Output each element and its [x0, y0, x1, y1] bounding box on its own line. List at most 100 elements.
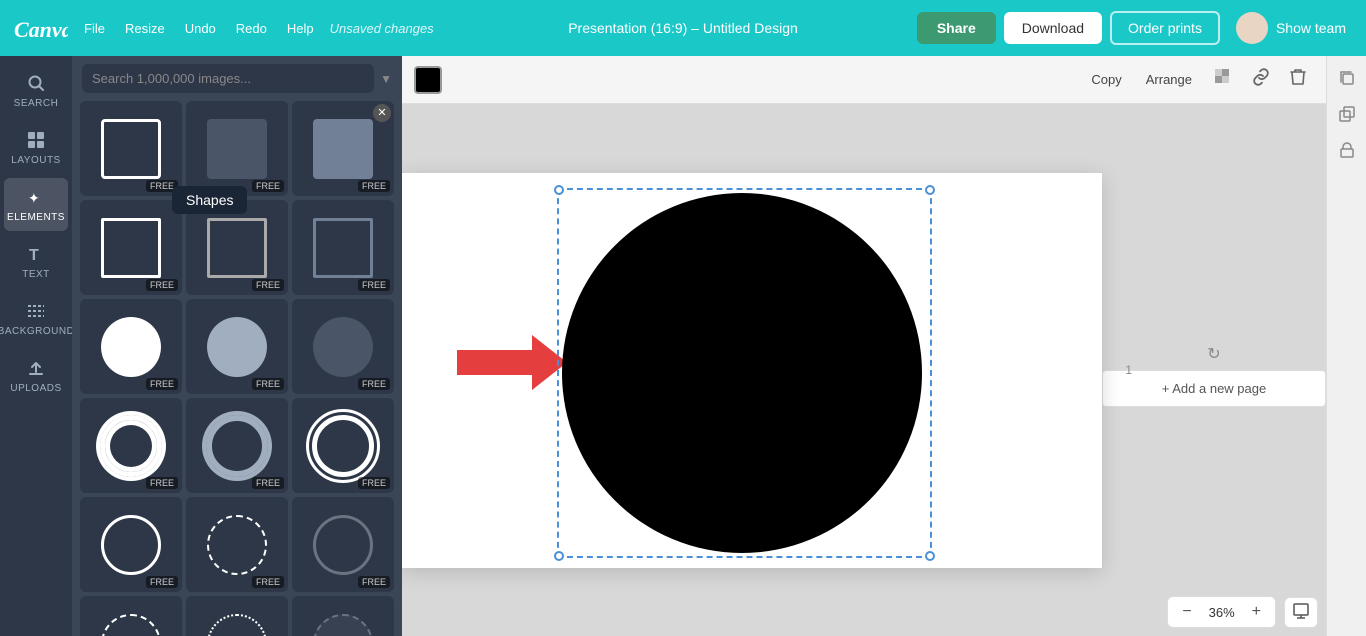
main-layout: SEARCH LAYOUTS ✦ ELEMENTS: [0, 56, 1366, 636]
shape-item-circle-dots1[interactable]: FREE: [80, 596, 182, 636]
transparency-icon[interactable]: [1206, 63, 1240, 96]
link-icon[interactable]: [1244, 63, 1278, 96]
shape-circle-dots1-visual: [101, 614, 161, 636]
add-page-button[interactable]: + Add a new page: [1102, 370, 1326, 407]
shape-item-rect-outline[interactable]: FREE: [80, 101, 182, 196]
shape-circle-dark2-visual: [313, 614, 373, 636]
shape-item-circle-white[interactable]: FREE: [80, 299, 182, 394]
nav-menu: File Resize Undo Redo Help Unsaved chang…: [76, 15, 434, 42]
sidebar-item-layouts[interactable]: LAYOUTS: [4, 121, 68, 174]
text-icon: T: [25, 243, 47, 265]
sidebar-elements-label: ELEMENTS: [7, 212, 65, 223]
shape-item-circle-dark[interactable]: FREE: [292, 299, 394, 394]
share-button[interactable]: Share: [917, 12, 996, 44]
page-number: 1: [1125, 363, 1132, 377]
free-badge: FREE: [146, 477, 178, 489]
avatar: [1236, 12, 1268, 44]
right-tool-duplicate[interactable]: [1333, 100, 1361, 128]
shape-item-rect-outline2[interactable]: FREE: [80, 200, 182, 295]
panel-search-row: ▼: [72, 56, 402, 101]
shape-circle-gray-visual: [207, 317, 267, 377]
shape-item-rect-gray[interactable]: ✕ FREE: [292, 101, 394, 196]
zoom-in-button[interactable]: +: [1248, 601, 1265, 623]
svg-text:✦: ✦: [28, 190, 40, 206]
shape-rect-outline2-visual: [101, 218, 161, 278]
shape-item-circle-dots2[interactable]: FREE: [186, 596, 288, 636]
refresh-icon: ↻: [1207, 344, 1220, 364]
shape-item-circle-ring3[interactable]: FREE: [292, 398, 394, 493]
handle-top-right[interactable]: [925, 185, 935, 195]
free-badge: FREE: [358, 477, 390, 489]
shape-item-rect-outline4[interactable]: FREE: [292, 200, 394, 295]
shape-item-circle-gray[interactable]: FREE: [186, 299, 288, 394]
file-menu[interactable]: File: [76, 15, 113, 42]
close-button[interactable]: ✕: [373, 104, 391, 122]
order-prints-button[interactable]: Order prints: [1110, 11, 1220, 45]
unsaved-changes-label: Unsaved changes: [330, 21, 434, 36]
search-icon: [25, 72, 47, 94]
shape-circle-ring2-visual: [206, 415, 268, 477]
trash-icon[interactable]: [1282, 63, 1314, 96]
canvas-slides-area[interactable]: 1 ↻ + Add a new page − 36% +: [402, 104, 1326, 636]
redo-menu[interactable]: Redo: [228, 15, 275, 42]
resize-menu[interactable]: Resize: [117, 15, 173, 42]
undo-menu[interactable]: Undo: [177, 15, 224, 42]
slide-arrow: [457, 333, 567, 393]
handle-bottom-right[interactable]: [925, 551, 935, 561]
sidebar-item-elements[interactable]: ✦ ELEMENTS: [4, 178, 68, 231]
sidebar-item-uploads[interactable]: UPLOADS: [4, 349, 68, 402]
svg-text:T: T: [29, 247, 39, 264]
shapes-grid: FREE FREE ✕ FREE FREE FREE FR: [72, 101, 402, 636]
free-badge: FREE: [358, 378, 390, 390]
copy-button[interactable]: Copy: [1081, 67, 1131, 92]
shape-item-circle-outline-dark[interactable]: FREE: [292, 497, 394, 592]
free-badge: FREE: [146, 576, 178, 588]
zoom-out-button[interactable]: −: [1178, 601, 1195, 623]
shape-item-rect-dark[interactable]: FREE: [186, 101, 288, 196]
shape-item-circle-ring1[interactable]: FREE: [80, 398, 182, 493]
shape-circle-outline1-visual: [101, 515, 161, 575]
shape-item-circle-ring2[interactable]: FREE: [186, 398, 288, 493]
free-badge: FREE: [358, 576, 390, 588]
shape-circle-dots2-visual: [207, 614, 267, 636]
nav-right-actions: Share Download Order prints Show team: [917, 8, 1354, 48]
free-badge: FREE: [146, 180, 178, 192]
present-button[interactable]: [1284, 597, 1318, 628]
help-menu[interactable]: Help: [279, 15, 322, 42]
handle-bottom-left[interactable]: [554, 551, 564, 561]
shape-rect-outline4-visual: [313, 218, 373, 278]
top-navigation: Canva File Resize Undo Redo Help Unsaved…: [0, 0, 1366, 56]
shape-item-rect-outline3[interactable]: FREE: [186, 200, 288, 295]
show-team-button[interactable]: Show team: [1228, 8, 1354, 48]
sidebar-layouts-label: LAYOUTS: [11, 155, 60, 166]
free-badge: FREE: [252, 378, 284, 390]
search-input[interactable]: [82, 64, 374, 93]
sidebar-search-label: SEARCH: [14, 98, 59, 109]
free-badge: FREE: [358, 279, 390, 291]
color-swatch[interactable]: [414, 66, 442, 94]
shape-item-circle-dark2[interactable]: FREE: [292, 596, 394, 636]
shape-item-circle-dashed[interactable]: FREE: [186, 497, 288, 592]
black-circle[interactable]: [562, 193, 922, 553]
shape-circle-dark-visual: [313, 317, 373, 377]
svg-text:Canva: Canva: [14, 17, 68, 42]
canva-logo[interactable]: Canva: [12, 10, 68, 46]
sidebar-item-text[interactable]: T TEXT: [4, 235, 68, 288]
sidebar-item-search[interactable]: SEARCH: [4, 64, 68, 117]
chevron-down-icon: ▼: [380, 72, 392, 86]
free-badge: FREE: [146, 279, 178, 291]
free-badge: FREE: [252, 477, 284, 489]
arrange-button[interactable]: Arrange: [1136, 67, 1202, 92]
right-tool-lock[interactable]: [1333, 136, 1361, 164]
shape-item-circle-outline1[interactable]: FREE: [80, 497, 182, 592]
right-tool-copy[interactable]: [1333, 64, 1361, 92]
download-button[interactable]: Download: [1004, 12, 1102, 44]
sidebar-item-background[interactable]: BACKGROUND: [4, 292, 68, 345]
slide[interactable]: [402, 173, 1102, 568]
free-badge: FREE: [252, 576, 284, 588]
shape-rect-outline3-visual: [207, 218, 267, 278]
free-badge: FREE: [252, 279, 284, 291]
handle-top-left[interactable]: [554, 185, 564, 195]
shape-circle-ring1-visual: [100, 415, 162, 477]
document-title: Presentation (16:9) – Untitled Design: [568, 20, 798, 36]
